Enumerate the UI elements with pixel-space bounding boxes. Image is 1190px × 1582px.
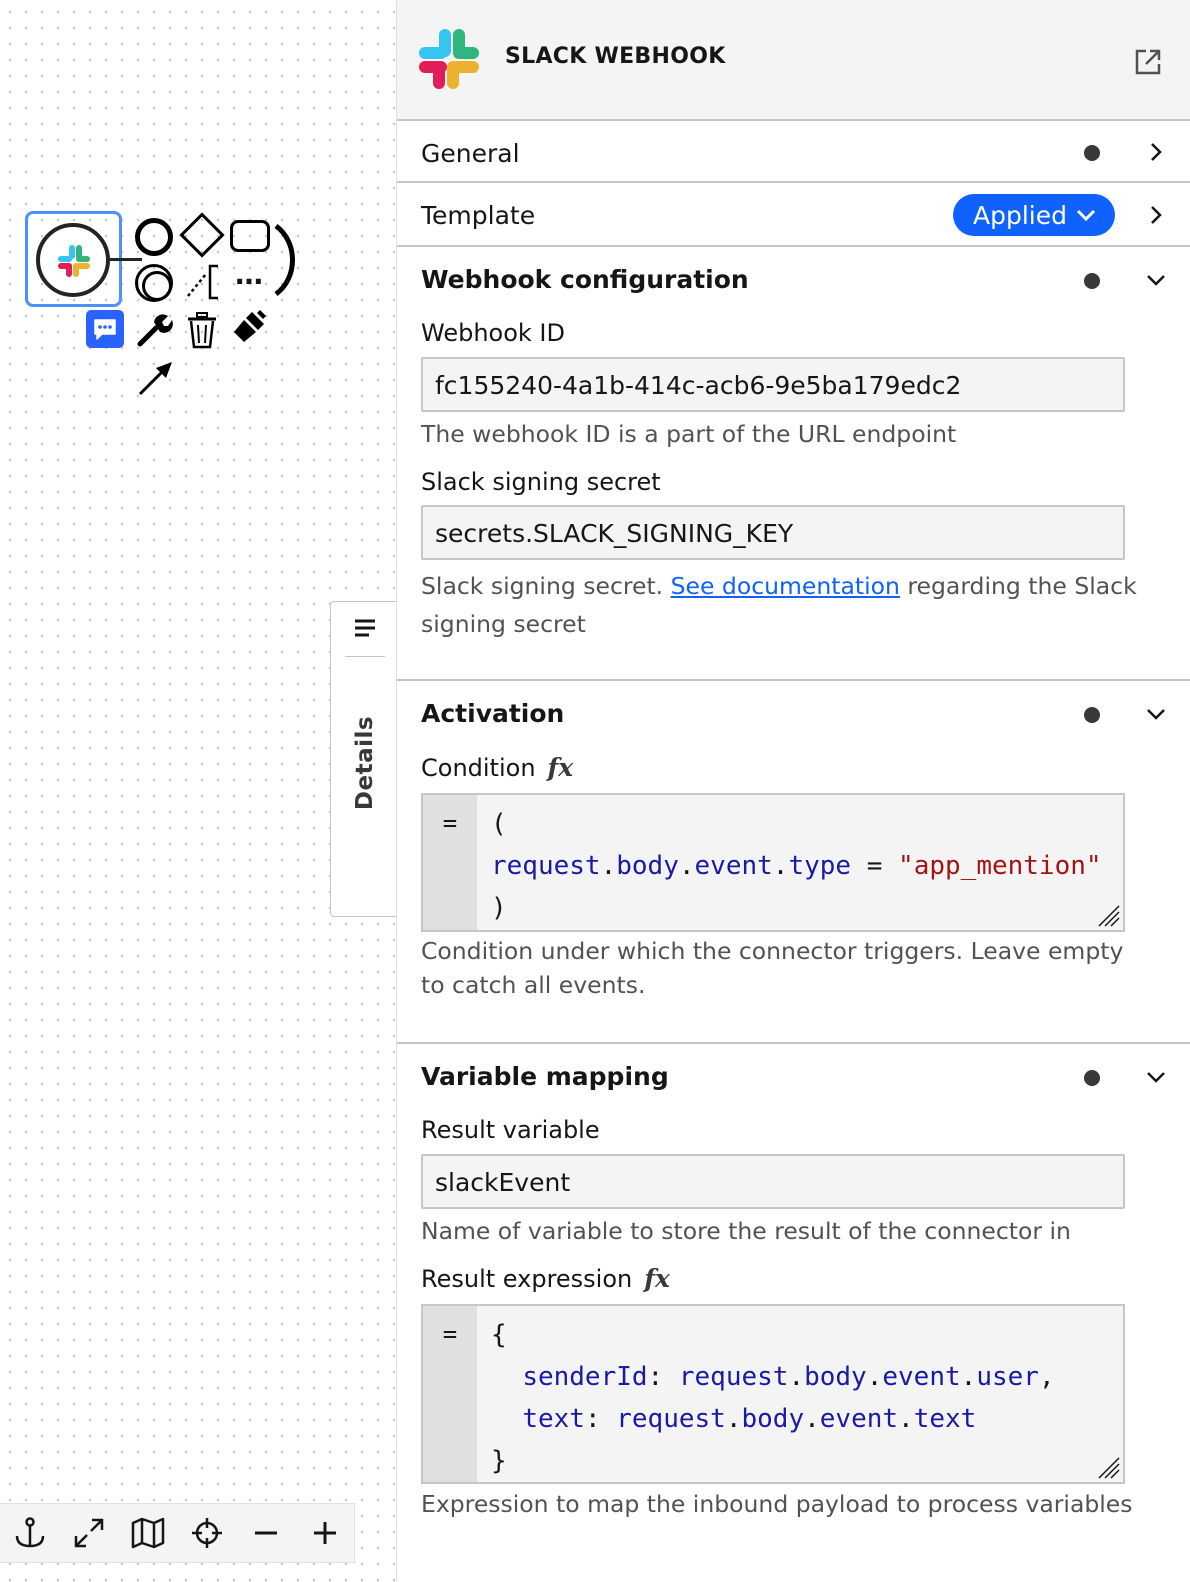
fx-icon: fx	[547, 753, 574, 782]
template-applied-dropdown[interactable]: Applied	[953, 194, 1115, 236]
see-documentation-link[interactable]: See documentation	[671, 572, 900, 600]
result-expression-help: Expression to map the inbound payload to…	[421, 1490, 1133, 1518]
secret-input[interactable]: secrets.SLACK_SIGNING_KEY	[421, 505, 1125, 560]
group-general[interactable]: General	[397, 121, 1190, 183]
connection-line	[108, 258, 142, 261]
group-template[interactable]: Template Applied	[397, 183, 1190, 247]
append-end-event-icon[interactable]	[135, 218, 173, 256]
fx-icon: fx	[644, 1264, 670, 1293]
chevron-down-icon	[1147, 709, 1165, 720]
minimap-icon[interactable]	[118, 1503, 177, 1563]
result-variable-input[interactable]: slackEvent	[421, 1154, 1125, 1209]
connect-arrow-icon[interactable]	[134, 358, 174, 398]
group-variable-title: Variable mapping	[421, 1062, 669, 1091]
condition-label: Condition fx	[421, 753, 573, 782]
chevron-right-icon	[1151, 143, 1162, 161]
external-link-icon[interactable]	[1134, 48, 1162, 76]
data-marker-dot	[1084, 707, 1100, 723]
zoom-in-icon[interactable]	[295, 1503, 354, 1563]
group-activation: Activation Condition fx = ( request.body.…	[397, 681, 1190, 1044]
data-marker-dot	[1084, 273, 1100, 289]
webhook-id-input[interactable]: fc155240-4a1b-414c-acb6-9e5ba179edc2	[421, 357, 1125, 412]
slack-logo-icon	[419, 29, 479, 89]
condition-help: Condition under which the connector trig…	[421, 937, 1124, 999]
group-variable-mapping: Variable mapping Result variable slackEv…	[397, 1044, 1190, 1569]
webhook-id-help: The webhook ID is a part of the URL endp…	[421, 420, 957, 448]
append-text-annotation-icon[interactable]	[182, 262, 222, 302]
resize-handle-icon[interactable]	[1095, 902, 1121, 928]
append-task-icon[interactable]	[230, 220, 270, 252]
data-marker-dot	[1084, 145, 1100, 161]
group-webhook-configuration: Webhook configuration Webhook ID fc15524…	[397, 247, 1190, 681]
result-expression-label-text: Result expression	[421, 1265, 633, 1293]
result-expression-editor[interactable]: = { senderId: request.body.event.user, t…	[421, 1304, 1125, 1484]
group-activation-title: Activation	[421, 699, 565, 728]
result-variable-label: Result variable	[421, 1116, 600, 1144]
append-intermediate-event-icon[interactable]	[135, 264, 173, 302]
zoom-out-icon[interactable]	[236, 1503, 295, 1563]
chevron-down-icon	[1076, 209, 1096, 222]
secret-help: Slack signing secret. See documentation …	[421, 567, 1141, 643]
data-marker-dot	[1084, 1070, 1100, 1086]
more-options-icon[interactable]: …	[228, 261, 272, 302]
resize-handle-icon[interactable]	[1095, 1454, 1121, 1480]
group-webhook-header[interactable]: Webhook configuration	[397, 247, 1190, 313]
condition-editor[interactable]: = ( request.body.event.type = "app_menti…	[421, 793, 1125, 932]
group-activation-header[interactable]: Activation	[397, 681, 1190, 747]
secret-help-text: Slack signing secret.	[421, 572, 671, 600]
feel-prefix: =	[423, 795, 477, 930]
canvas-toolbar	[0, 1503, 355, 1563]
tab-divider	[345, 656, 385, 657]
trash-icon[interactable]	[182, 310, 222, 350]
condition-label-text: Condition	[421, 754, 536, 782]
fit-screen-icon[interactable]	[59, 1503, 118, 1563]
chevron-down-icon	[1147, 275, 1165, 286]
list-icon	[355, 619, 375, 637]
panel-header: SLACK WEBHOOK	[397, 0, 1190, 121]
anchor-icon[interactable]	[0, 1503, 59, 1563]
paint-brush-icon[interactable]	[230, 306, 270, 346]
chevron-right-icon	[1151, 206, 1162, 224]
details-tab[interactable]: Details	[330, 601, 396, 917]
webhook-id-label: Webhook ID	[421, 319, 565, 347]
group-general-title: General	[421, 139, 520, 168]
group-variable-header[interactable]: Variable mapping	[397, 1044, 1190, 1110]
append-gateway-icon[interactable]	[179, 212, 225, 258]
result-expression-code: { senderId: request.body.event.user, tex…	[491, 1320, 1055, 1476]
wrench-icon[interactable]	[134, 310, 174, 350]
details-tab-label: Details	[352, 715, 379, 811]
condition-code: ( request.body.event.type = "app_mention…	[491, 809, 1102, 923]
feel-prefix: =	[423, 1306, 477, 1482]
result-variable-help: Name of variable to store the result of …	[421, 1217, 1071, 1245]
center-icon[interactable]	[177, 1503, 236, 1563]
applied-label: Applied	[973, 200, 1067, 230]
comment-icon[interactable]	[86, 310, 124, 348]
diagram-canvas[interactable]: … Details	[0, 0, 396, 1582]
result-expression-label: Result expression fx	[421, 1264, 670, 1293]
properties-panel: SLACK WEBHOOK General Template Applied W…	[396, 0, 1190, 1582]
chevron-down-icon	[1147, 1072, 1165, 1083]
group-template-title: Template	[421, 201, 536, 230]
slack-icon	[58, 245, 90, 277]
slack-start-event[interactable]	[36, 223, 110, 297]
secret-label: Slack signing secret	[421, 468, 661, 496]
arc-decoration-icon	[272, 222, 298, 298]
panel-title: SLACK WEBHOOK	[505, 44, 726, 69]
group-webhook-title: Webhook configuration	[421, 265, 749, 294]
